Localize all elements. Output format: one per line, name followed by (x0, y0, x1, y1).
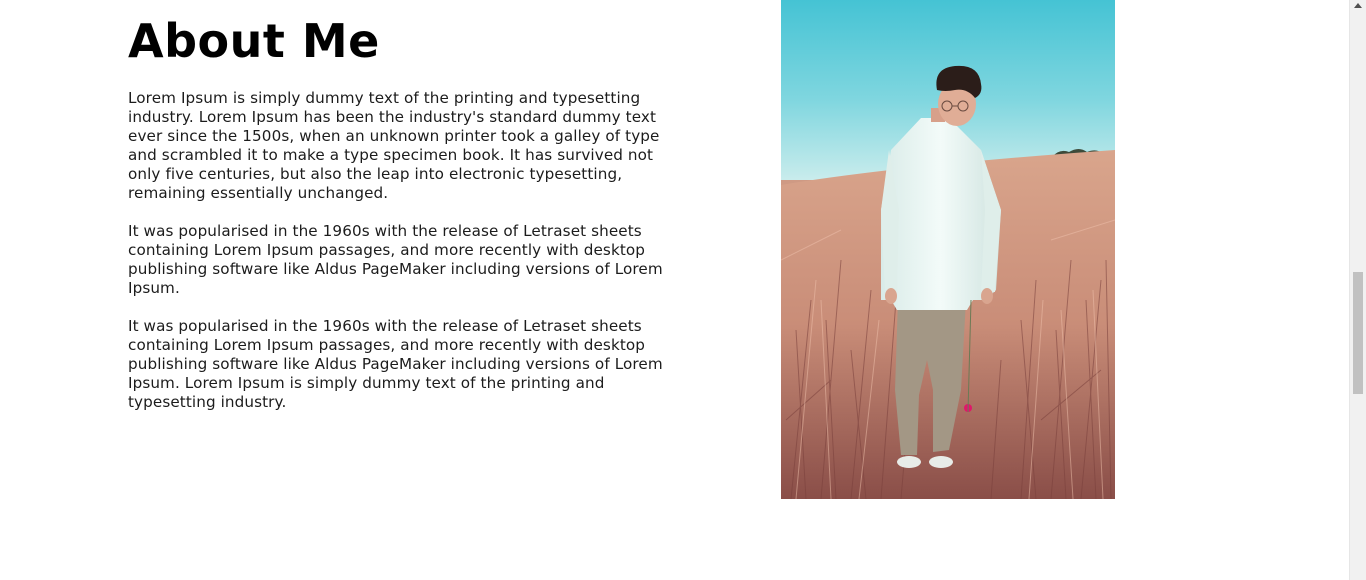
profile-photo (781, 0, 1115, 499)
about-page: About Me Lorem Ipsum is simply dummy tex… (0, 0, 1366, 580)
about-paragraph-1: Lorem Ipsum is simply dummy text of the … (128, 89, 660, 202)
page-scrollbar[interactable] (1349, 0, 1366, 580)
page-title: About Me (128, 14, 380, 68)
about-paragraph-3: It was popularised in the 1960s with the… (128, 317, 663, 411)
about-section: About Me Lorem Ipsum is simply dummy tex… (128, 10, 673, 412)
scroll-thumb[interactable] (1353, 272, 1363, 394)
about-paragraph-2: It was popularised in the 1960s with the… (128, 222, 663, 297)
scroll-up-arrow-icon[interactable] (1354, 3, 1362, 8)
